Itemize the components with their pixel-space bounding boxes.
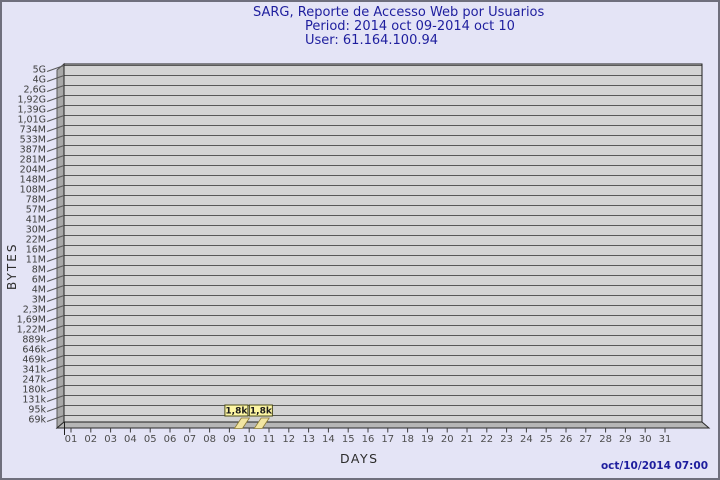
svg-text:03: 03: [104, 434, 117, 445]
svg-text:21: 21: [461, 434, 474, 445]
svg-text:13: 13: [302, 434, 315, 445]
bar-value-label-day-10: 1,8k: [250, 407, 273, 417]
sarg-report-page: SARG, Reporte de Accesso Web por Usuario…: [0, 0, 720, 480]
svg-text:12: 12: [282, 434, 295, 445]
svg-text:16: 16: [362, 434, 375, 445]
svg-text:19: 19: [421, 434, 434, 445]
svg-text:06: 06: [164, 434, 177, 445]
x-axis-ticks: 01 02 03 04 05 06 07 08 09 10 11 12 13 14 15 16 17 18 19 20…: [65, 428, 672, 445]
svg-text:02: 02: [84, 434, 97, 445]
svg-text:30: 30: [639, 434, 652, 445]
svg-text:05: 05: [144, 434, 157, 445]
svg-text:10: 10: [243, 434, 256, 445]
plot-area: [63, 63, 703, 423]
x-axis-title: DAYS: [340, 451, 379, 466]
svg-text:24: 24: [520, 434, 533, 445]
svg-text:04: 04: [124, 434, 137, 445]
svg-text:07: 07: [183, 434, 196, 445]
chart-3d-floor: [55, 421, 711, 429]
svg-text:26: 26: [560, 434, 573, 445]
generated-timestamp: oct/10/2014 07:00: [600, 460, 708, 472]
svg-text:09: 09: [223, 434, 236, 445]
svg-text:14: 14: [322, 434, 335, 445]
bar-value-label-day-09: 1,8k: [225, 407, 248, 417]
svg-text:69k: 69k: [28, 415, 46, 426]
svg-text:27: 27: [579, 434, 592, 445]
svg-text:15: 15: [342, 434, 355, 445]
svg-text:31: 31: [659, 434, 672, 445]
svg-text:18: 18: [401, 434, 414, 445]
svg-text:11: 11: [263, 434, 276, 445]
svg-text:22: 22: [480, 434, 493, 445]
svg-text:01: 01: [65, 434, 78, 445]
svg-text:17: 17: [381, 434, 394, 445]
svg-text:20: 20: [441, 434, 454, 445]
svg-text:28: 28: [599, 434, 612, 445]
chart-svg: 5G4G2,6G1,92G1,39G1,01G734M533M387M281M2…: [17, 62, 711, 445]
svg-text:25: 25: [540, 434, 553, 445]
svg-text:23: 23: [500, 434, 513, 445]
svg-text:08: 08: [203, 434, 216, 445]
svg-text:29: 29: [619, 434, 632, 445]
